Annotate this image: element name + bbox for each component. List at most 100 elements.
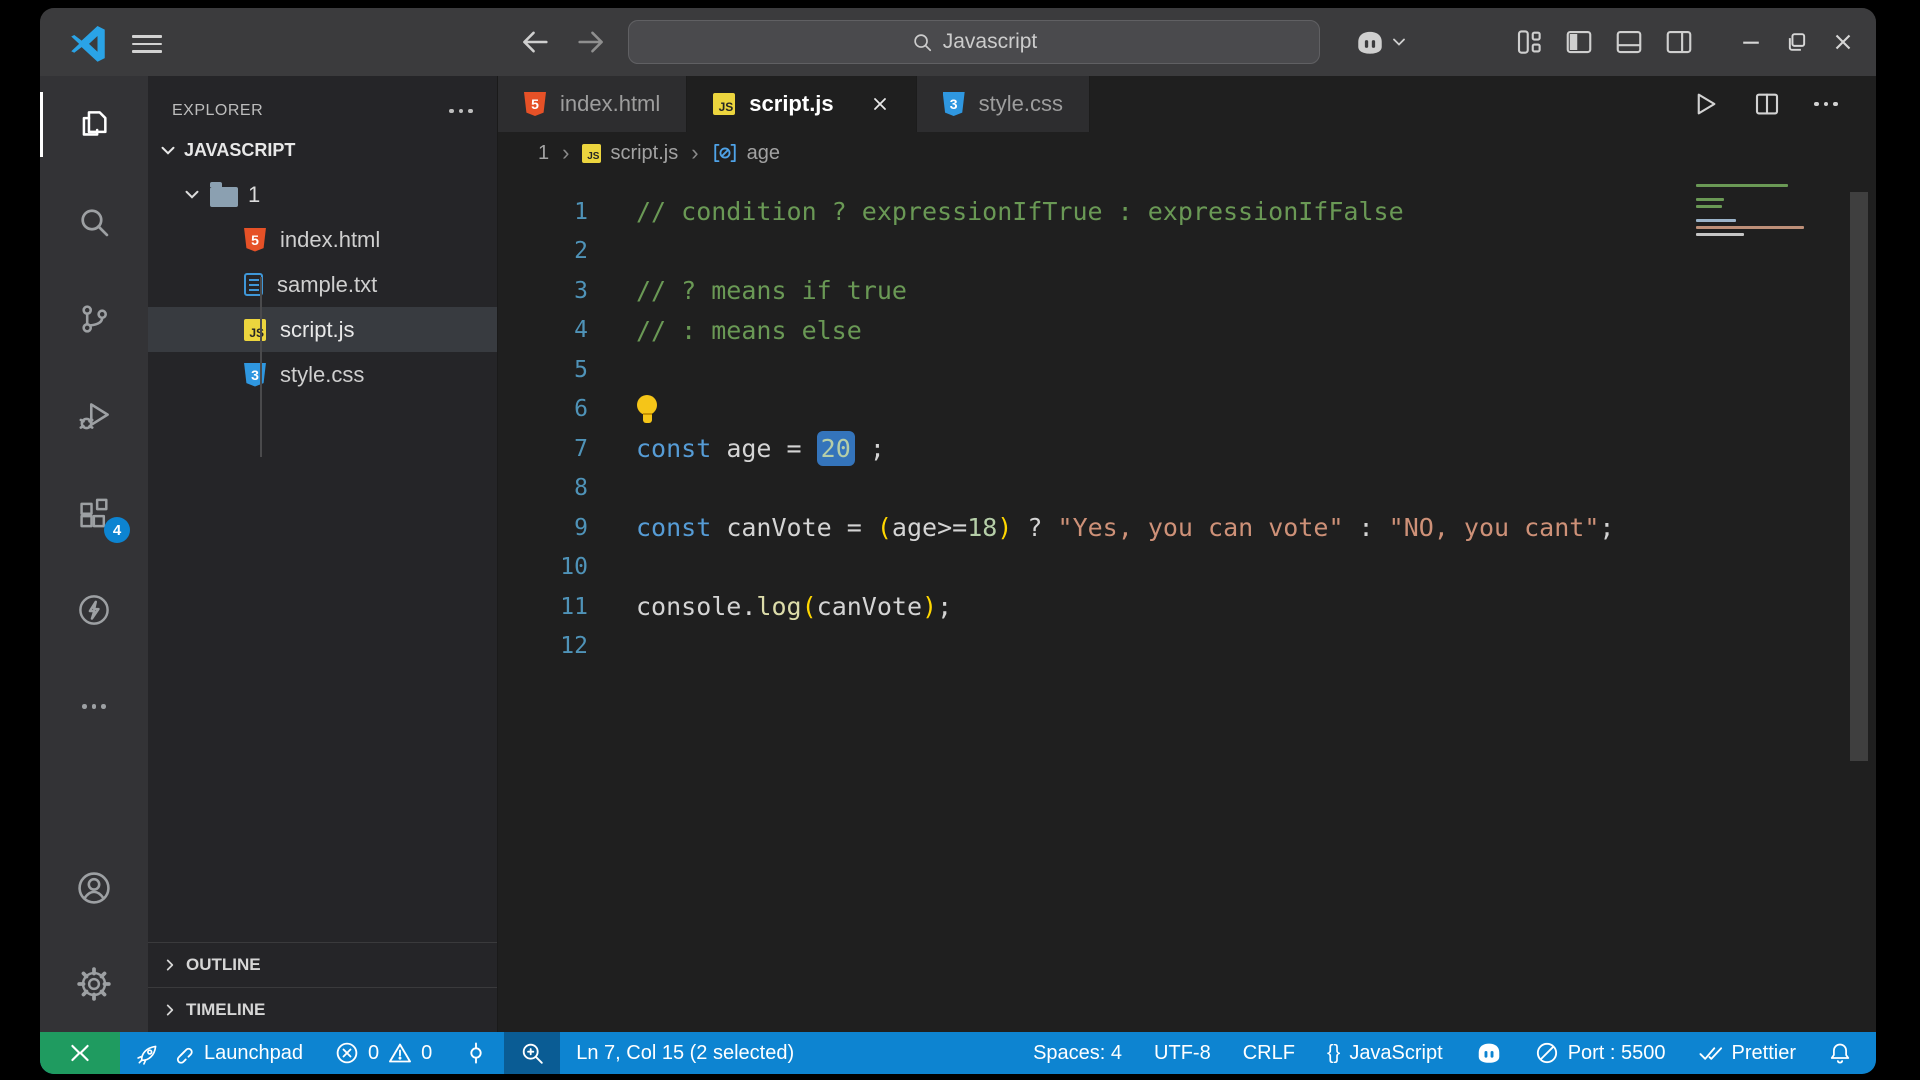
css-file-icon: 3 (942, 92, 965, 116)
js-file-icon: JS (244, 318, 266, 341)
back-arrow-icon[interactable] (518, 25, 552, 59)
activity-item-run-and-debug[interactable] (40, 367, 148, 464)
line-number: 3 (574, 277, 588, 304)
activity-item-search[interactable] (40, 173, 148, 270)
minimize-button[interactable] (1738, 29, 1764, 55)
tab-index.html[interactable]: 5 index.html (498, 76, 688, 132)
line-number: 12 (560, 633, 588, 660)
status-indentation[interactable]: Spaces: 4 (1017, 1032, 1138, 1074)
status-launchpad[interactable]: Launchpad (120, 1032, 319, 1074)
split-editor-button[interactable] (1752, 89, 1782, 119)
forward-arrow-icon[interactable] (574, 25, 608, 59)
status-text: Launchpad (204, 1041, 303, 1064)
symbol-variable-icon (712, 141, 738, 165)
activity-item-explorer[interactable] (40, 76, 148, 173)
code-line-9[interactable]: 9 const canVote = (age >= 18) ? "Yes, you c… (498, 508, 1876, 548)
activity-item-source-control[interactable] (40, 270, 148, 367)
activity-item-extensions[interactable]: 4 (40, 464, 148, 561)
tab-script.js[interactable]: JS script.js (687, 76, 917, 132)
status-notifications[interactable] (1812, 1032, 1868, 1074)
code-line-1[interactable]: 1// condition ? expressionIfTrue : expre… (498, 192, 1876, 232)
section-outline[interactable]: OUTLINE (148, 942, 497, 987)
activity-item-settings[interactable] (40, 936, 148, 1032)
status-text: 0 (421, 1041, 433, 1064)
explorer-title: EXPLORER (172, 102, 264, 119)
indent-guide (260, 277, 262, 457)
circle-slash-icon (1535, 1041, 1559, 1065)
copilot-icon (1475, 1041, 1503, 1065)
code-line-3[interactable]: 3// ? means if true (498, 271, 1876, 311)
breadcrumb-label: script.js (610, 141, 679, 164)
status-cursor-position[interactable]: Ln 7, Col 15 (2 selected) (560, 1032, 810, 1074)
status-language-mode[interactable]: {} JavaScript (1311, 1032, 1459, 1074)
status-text: Port : 5500 (1567, 1041, 1666, 1064)
breadcrumb-item-1[interactable]: 1 (538, 142, 549, 165)
activity-item-accounts[interactable] (40, 840, 148, 936)
code-line-12[interactable]: 12 (498, 627, 1876, 667)
breadcrumb-label: 1 (538, 141, 550, 164)
status-problems[interactable]: 00 (319, 1032, 448, 1074)
section-label: OUTLINE (186, 955, 261, 974)
zoom-in-icon (520, 1041, 544, 1065)
error-icon (335, 1041, 359, 1065)
section-timeline[interactable]: TIMELINE (148, 987, 497, 1032)
toggle-secondary-sidebar-icon[interactable] (1664, 27, 1694, 57)
code-line-8[interactable]: 8 (498, 469, 1876, 509)
status-eol[interactable]: CRLF (1227, 1032, 1311, 1074)
more-actions-button[interactable] (1814, 101, 1838, 107)
code-line-10[interactable]: 10 (498, 548, 1876, 588)
workspace-section[interactable]: JAVASCRIPT (148, 128, 497, 172)
breadcrumb-item-script.js[interactable]: JS script.js (582, 142, 678, 165)
breadcrumb-label: age (746, 141, 780, 164)
toggle-panel-icon[interactable] (1614, 27, 1644, 57)
close-tab-icon[interactable] (870, 94, 890, 114)
section-label: TIMELINE (186, 1000, 266, 1019)
status-copilot-status[interactable] (1459, 1032, 1519, 1074)
line-number: 10 (560, 554, 588, 581)
breadcrumb-item-age[interactable]: age (712, 141, 780, 165)
code-line-11[interactable]: 11 console. log(canVote); (498, 587, 1876, 627)
activity-item-thunder-client[interactable] (40, 561, 148, 658)
line-number: 9 (574, 514, 588, 541)
toggle-sidebar-icon[interactable] (1564, 27, 1594, 57)
warning-icon (388, 1041, 412, 1065)
editor-scrollbar[interactable] (1850, 192, 1868, 761)
folder-item-1[interactable]: 1 (148, 172, 497, 217)
line-number: 5 (574, 356, 588, 383)
file-item-style.css[interactable]: 3 style.css (148, 352, 497, 397)
code-line-5[interactable]: 5 (498, 350, 1876, 390)
run-file-button[interactable] (1690, 89, 1720, 119)
status-text: JavaScript (1349, 1041, 1443, 1064)
status-encoding[interactable]: UTF-8 (1138, 1032, 1227, 1074)
status-zoom-control[interactable] (504, 1032, 561, 1074)
code-editor[interactable]: 1// condition ? expressionIfTrue : expre… (498, 174, 1876, 1032)
tab-style.css[interactable]: 3 style.css (916, 76, 1091, 132)
close-button[interactable] (1830, 29, 1856, 55)
menu-icon[interactable] (132, 30, 162, 58)
chevron-down-icon (160, 145, 176, 156)
minimap[interactable] (1696, 184, 1806, 240)
tab-label: index.html (560, 91, 661, 116)
command-center-search[interactable]: Javascript (628, 20, 1320, 64)
folder-name: 1 (248, 181, 261, 207)
file-item-sample.txt[interactable]: sample.txt (148, 262, 497, 307)
file-item-index.html[interactable]: 5 index.html (148, 217, 497, 262)
status-port[interactable]: Port : 5500 (1519, 1032, 1682, 1074)
lightbulb-icon[interactable] (636, 394, 658, 424)
html-file-icon: 5 (244, 227, 266, 252)
line-number: 11 (560, 593, 588, 620)
html-file-icon: 5 (524, 92, 546, 116)
code-line-6[interactable]: 6 (498, 390, 1876, 430)
status-indicator[interactable] (448, 1032, 504, 1074)
remote-indicator[interactable] (40, 1032, 120, 1074)
activity-item-more-views[interactable] (40, 658, 148, 755)
code-line-2[interactable]: 2 (498, 232, 1876, 272)
explorer-more-icon[interactable] (449, 108, 473, 114)
code-line-7[interactable]: 7 const age = 20 ; (498, 429, 1876, 469)
copilot-menu[interactable] (1354, 29, 1406, 56)
code-line-4[interactable]: 4// : means else (498, 311, 1876, 351)
restore-button[interactable] (1784, 29, 1810, 55)
customize-layout-icon[interactable] (1514, 27, 1544, 57)
file-item-script.js[interactable]: JS script.js (148, 307, 497, 352)
status-prettier[interactable]: Prettier (1682, 1032, 1812, 1074)
